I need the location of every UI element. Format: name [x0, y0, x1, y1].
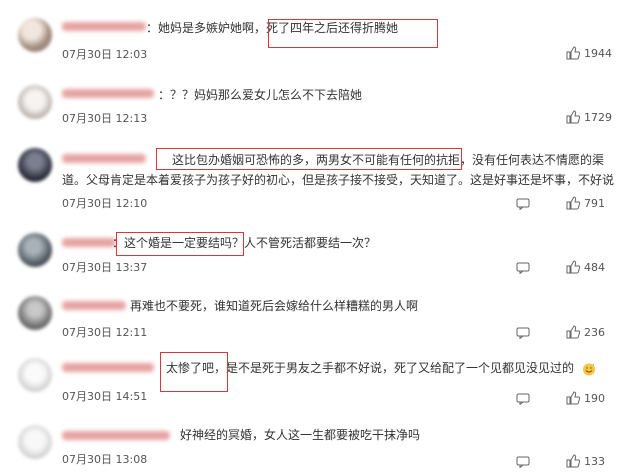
thumbs-up-icon[interactable]: [566, 391, 580, 405]
thumbs-up-icon[interactable]: [566, 454, 580, 468]
comment-reply-icon[interactable]: [516, 198, 530, 210]
comment-time: 07月30日 13:08: [62, 453, 148, 466]
comment-text: 再难也不要死，谁知道死后会嫁给什么样糟糕的男人啊: [130, 299, 419, 313]
comment-time: 07月30日 12:13: [62, 112, 148, 125]
like-count: 791: [584, 197, 605, 210]
username[interactable]: [62, 363, 154, 372]
like-count: 1729: [584, 111, 612, 124]
thumbs-up-icon[interactable]: [566, 110, 580, 124]
comment-time: 07月30日 13:37: [62, 261, 148, 274]
avatar[interactable]: [18, 233, 52, 267]
comment-text: 好神经的冥婚，女人这一生都要被吃干抹净吗: [180, 428, 421, 442]
thumbs-up-icon[interactable]: [566, 325, 580, 339]
avatar[interactable]: [18, 296, 52, 330]
highlight-box: [116, 232, 244, 256]
username[interactable]: [62, 301, 126, 310]
avatar[interactable]: [18, 425, 52, 459]
like-count: 236: [584, 326, 605, 339]
comment-reply-icon[interactable]: [516, 456, 530, 468]
comment-time: 07月30日 12:11: [62, 326, 148, 339]
avatar[interactable]: [18, 358, 52, 392]
like-count: 133: [584, 455, 605, 468]
like-count: 484: [584, 261, 605, 274]
comment-time: 07月30日 12:10: [62, 197, 148, 210]
username[interactable]: [62, 431, 170, 440]
highlight-box: [160, 352, 228, 392]
avatar[interactable]: [18, 85, 52, 119]
comment-reply-icon[interactable]: [516, 327, 530, 339]
highlight-box: [156, 148, 462, 170]
avatar[interactable]: [18, 148, 52, 182]
username[interactable]: [62, 89, 154, 98]
thumbs-up-icon[interactable]: [566, 260, 580, 274]
username[interactable]: [62, 238, 116, 247]
comment-reply-icon[interactable]: [516, 393, 530, 405]
thumbs-up-icon[interactable]: [566, 196, 580, 210]
comment-time: 07月30日 14:51: [62, 390, 148, 403]
comment-item: 好神经的冥婚，女人这一生都要被吃干抹净吗 07月30日 13:08 133: [0, 0, 622, 468]
like-count: 190: [584, 392, 605, 405]
comment-reply-icon[interactable]: [516, 262, 530, 274]
comment-text: ：？？妈妈那么爱女儿怎么不下去陪她: [158, 88, 363, 102]
sweat-smile-emoji-icon: [583, 363, 595, 376]
username[interactable]: [62, 154, 146, 163]
comment-text: 道。父母肯定是本着爱孩子为孩子好的初心，但是孩子接不接受，天知道了。这是好事还是…: [62, 173, 615, 187]
